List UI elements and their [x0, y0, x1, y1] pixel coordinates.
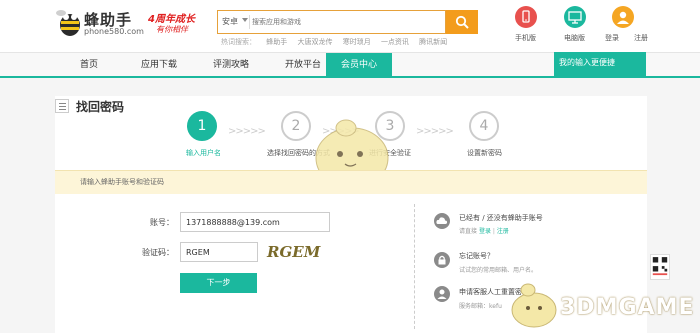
- anniversary-badge-sub: 有你相伴: [156, 25, 188, 34]
- step-arrow-icon: >>>>>: [228, 126, 266, 137]
- watermark-text: 3DMGAME: [560, 295, 695, 320]
- page: 蜂助手 phone580.com 4周年成长 有你相伴 安卓 热词搜索： 蜂助手…: [0, 0, 700, 333]
- watermark-mascot-icon: [511, 283, 557, 328]
- cloud-icon: [434, 213, 450, 229]
- notice-text: 请输入蜂助手账号和验证码: [80, 178, 164, 186]
- nav-item-downloads[interactable]: 应用下载: [126, 53, 192, 77]
- person-icon: [434, 286, 450, 302]
- step-4-circle: 4: [469, 111, 499, 141]
- monitor-icon: [568, 11, 582, 24]
- account-help-title: 已经有 / 还没有蜂助手账号: [459, 214, 543, 222]
- mobile-version-label[interactable]: 手机版: [515, 33, 536, 43]
- vertical-divider: [414, 204, 415, 329]
- login-avatar-button[interactable]: [612, 6, 634, 28]
- search-box: 安卓: [217, 10, 446, 34]
- step-1-circle: 1: [187, 111, 217, 141]
- account-input[interactable]: [180, 212, 330, 232]
- hot-word-link[interactable]: 寒时琐月: [343, 38, 371, 46]
- hot-word-link[interactable]: 腾讯新闻: [419, 38, 447, 46]
- register-link[interactable]: 注册: [634, 33, 648, 43]
- pc-version-label[interactable]: 电脑版: [564, 33, 585, 43]
- captcha-image-text: RGEM: [266, 243, 321, 261]
- nav-item-home[interactable]: 首页: [56, 53, 122, 77]
- next-step-button[interactable]: 下一步: [180, 273, 257, 293]
- phone-icon: [522, 10, 530, 23]
- user-icon: [617, 11, 629, 24]
- captcha-image[interactable]: RGEM: [263, 242, 331, 262]
- login-link[interactable]: 登录: [605, 33, 619, 43]
- mobile-version-button[interactable]: [515, 6, 537, 28]
- search-divider: [249, 15, 250, 29]
- hot-words: 热词搜索： 蜂助手 大唐双龙传 寒时琐月 一点资讯 腾讯新闻: [221, 37, 455, 47]
- captcha-label: 验证码：: [142, 248, 174, 257]
- chevron-down-icon[interactable]: [242, 18, 248, 22]
- hot-word-link[interactable]: 蜂助手: [266, 38, 287, 46]
- search-icon: [455, 15, 469, 29]
- sidebar-register-link[interactable]: 注册: [497, 228, 509, 235]
- pc-version-button[interactable]: [564, 6, 586, 28]
- forgot-account-sub: 试试您的常用邮箱、用户名。: [459, 267, 538, 274]
- forgot-account-title: 忘记账号？: [459, 252, 494, 260]
- promo-banner-text: 我的输入更便捷: [559, 58, 615, 67]
- nav-item-member-center[interactable]: 会员中心: [326, 53, 392, 77]
- sidebar-login-link[interactable]: 登录: [479, 228, 491, 235]
- search-input[interactable]: [252, 14, 442, 30]
- step-arrow-icon: >>>>>: [416, 126, 454, 137]
- hot-word-link[interactable]: 大唐双龙传: [297, 38, 332, 46]
- service-email: 服务邮箱：kefu: [459, 303, 502, 310]
- hot-word-link[interactable]: 一点资讯: [381, 38, 409, 46]
- search-category-select[interactable]: 安卓: [222, 16, 238, 27]
- account-help-links: 请直接 登录 | 注册: [459, 228, 509, 235]
- step-1-label: 输入用户名: [186, 149, 221, 157]
- qr-code-icon: [650, 254, 670, 280]
- hot-words-label: 热词搜索：: [221, 38, 256, 46]
- search-button[interactable]: [446, 10, 478, 34]
- step-4-label: 设置新密码: [467, 149, 502, 157]
- menu-icon: [55, 99, 69, 113]
- nav-item-reviews[interactable]: 评测攻略: [198, 53, 264, 77]
- captcha-input[interactable]: [180, 242, 258, 262]
- page-title: 找回密码: [76, 100, 125, 114]
- account-label: 账号：: [150, 218, 174, 227]
- lock-icon: [434, 252, 450, 268]
- anniversary-badge: 4周年成长: [148, 14, 195, 25]
- logo-domain: phone580.com: [84, 27, 144, 36]
